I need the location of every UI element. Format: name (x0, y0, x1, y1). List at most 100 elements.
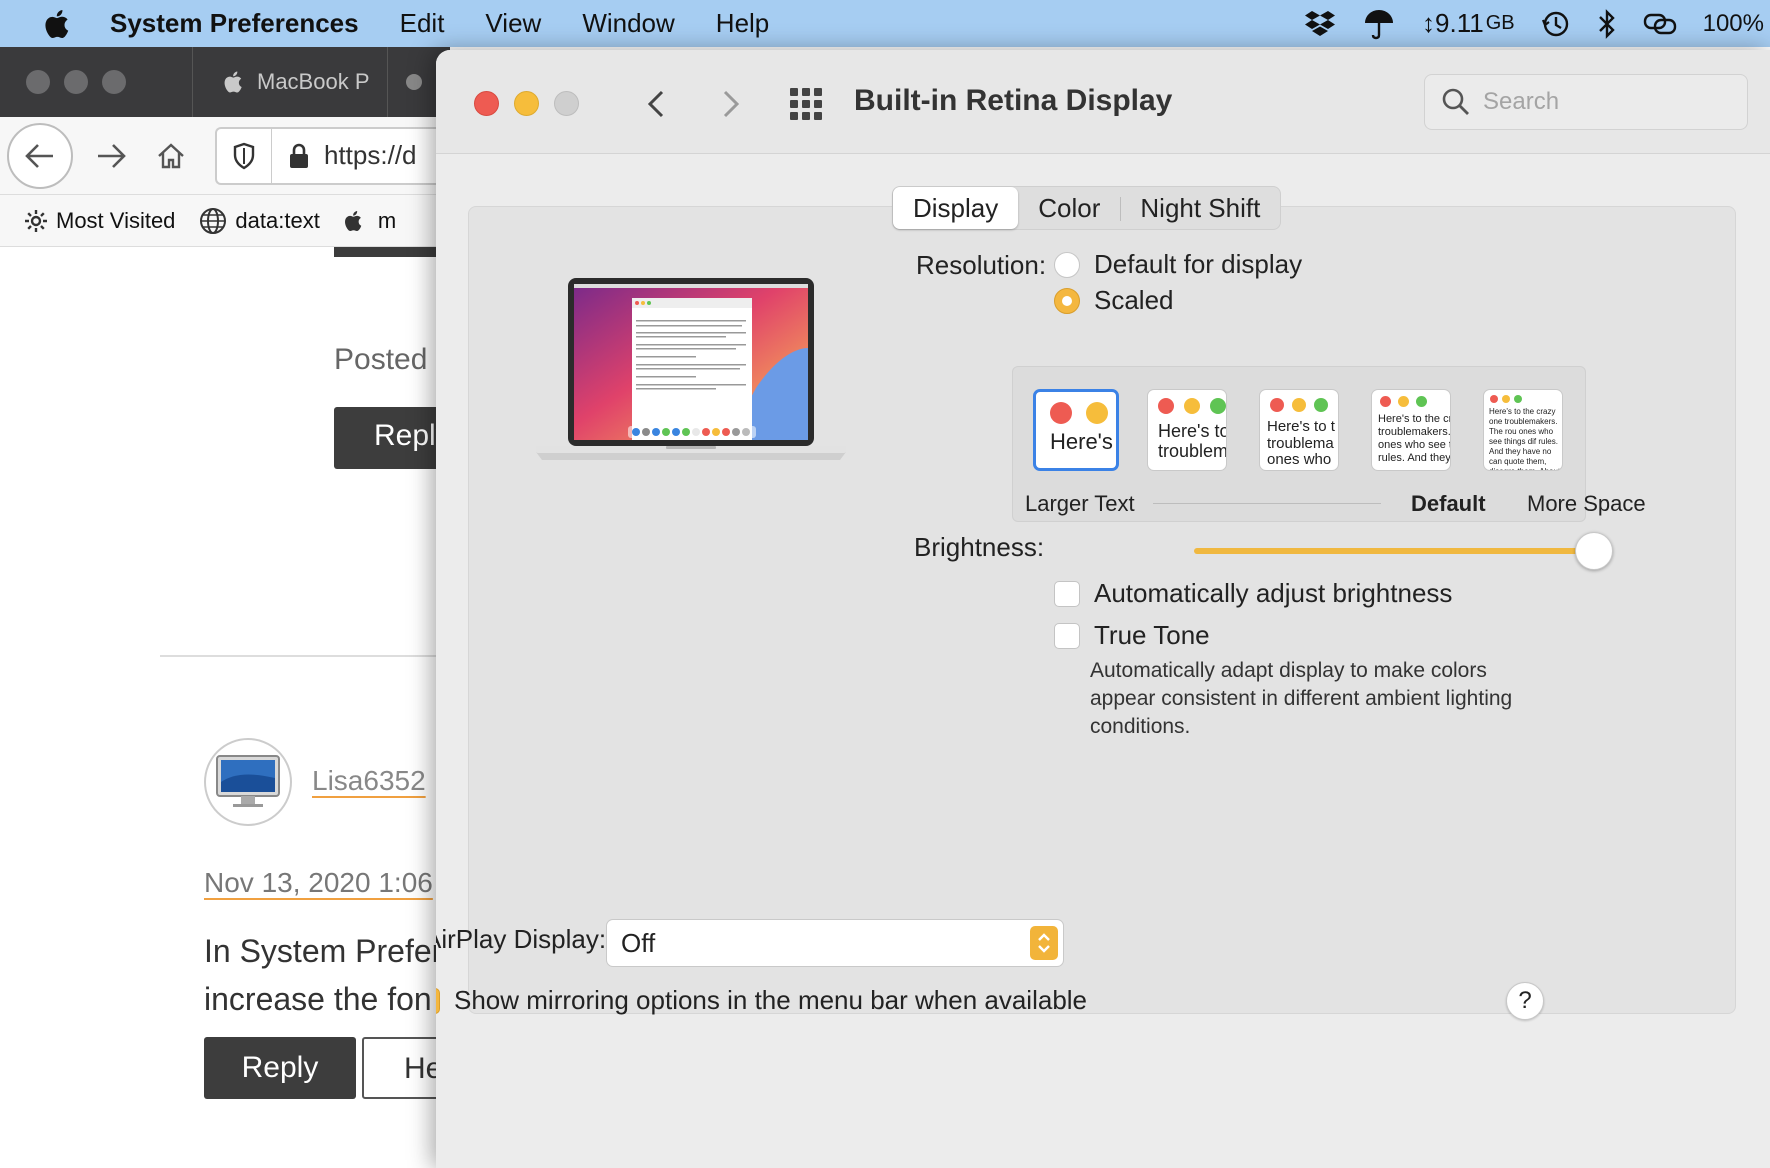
auto-brightness-option[interactable]: Automatically adjust brightness (1054, 578, 1452, 609)
reply-button[interactable]: Reply (204, 1037, 356, 1099)
menu-help[interactable]: Help (716, 8, 769, 39)
answer-line-1: In System Prefer (204, 933, 443, 969)
globe-icon (200, 207, 227, 234)
tab-bar: Display Color Night Shift (892, 186, 1282, 230)
help-button[interactable]: ? (1506, 982, 1544, 1020)
scale-option-default[interactable]: Here's to the cr troublemakers. ones who… (1371, 389, 1451, 471)
resolution-label: Resolution: (916, 250, 1047, 280)
search-input[interactable] (1483, 88, 1723, 116)
brightness-slider-knob[interactable] (1574, 532, 1613, 570)
bookmark-most-visited[interactable]: Most Visited (24, 208, 175, 234)
scale-label-larger-text: Larger Text (1025, 491, 1135, 516)
menu-view[interactable]: View (485, 8, 541, 39)
disk-unit: GB (1485, 12, 1515, 34)
updown-arrow-icon: ↕ (1422, 8, 1436, 38)
true-tone-description: Automatically adapt display to make colo… (1090, 659, 1513, 738)
url-bar[interactable]: https://d (215, 126, 450, 185)
browser-tab-2[interactable] (387, 47, 427, 117)
scale-option-2[interactable]: Here's to troublem (1147, 389, 1227, 471)
gear-icon (25, 209, 47, 232)
macbook-illustration (536, 278, 846, 460)
bluetooth-icon[interactable] (1597, 8, 1617, 39)
apple-menu-icon[interactable] (40, 6, 76, 42)
zoom-button[interactable] (554, 91, 579, 116)
bookmarks-toolbar: Most Visited data:text m (0, 195, 450, 247)
airplay-display-select[interactable]: Off (606, 919, 1064, 967)
forward-button[interactable] (711, 84, 751, 124)
apple-favicon-icon (224, 71, 242, 93)
scale-label-more-space: More Space (1527, 491, 1646, 516)
radio-default-for-display[interactable] (1054, 251, 1080, 278)
forward-button[interactable] (89, 134, 133, 178)
battery-percentage[interactable]: 100% (1703, 10, 1764, 38)
search-icon (1442, 88, 1469, 115)
disk-space-indicator[interactable]: ↕ 9.11 GB (1422, 8, 1515, 39)
scale-option-more-space[interactable]: Here's to the crazy one troublemakers. T… (1483, 389, 1563, 471)
show-all-button[interactable] (786, 84, 826, 124)
browser-minimize-button[interactable] (64, 70, 88, 94)
browser-zoom-button[interactable] (102, 70, 126, 94)
tab-favicon-icon (406, 74, 422, 90)
scale-option-3[interactable]: Here's to t troublema ones who (1259, 389, 1339, 471)
app-name-menu[interactable]: System Preferences (110, 8, 359, 39)
url-text: https://d (324, 140, 417, 170)
chevron-right-icon (723, 90, 740, 118)
close-button[interactable] (474, 91, 499, 116)
browser-window: MacBook P https://d Most Visited data:te… (0, 47, 450, 1168)
umbrella-icon[interactable] (1362, 7, 1396, 41)
browser-close-button[interactable] (26, 70, 50, 94)
airplay-mirroring-icon[interactable] (1643, 10, 1677, 38)
browser-nav-bar: https://d (0, 117, 450, 195)
browser-tab[interactable]: MacBook P (192, 47, 387, 117)
lock-icon[interactable] (288, 143, 310, 169)
answer-line-2: increase the fon (204, 981, 432, 1017)
post-date-link[interactable]: Nov 13, 2020 1:06 (204, 867, 433, 899)
resolution-scaled-option[interactable]: Scaled (1054, 285, 1174, 316)
window-title: Built-in Retina Display (854, 84, 1173, 117)
resolution-default-option[interactable]: Default for display (1054, 249, 1302, 280)
system-preferences-window: Built-in Retina Display Display Color Ni… (436, 50, 1770, 1168)
avatar[interactable] (204, 738, 292, 826)
airplay-display-label: AirPlay Display: (436, 924, 607, 954)
menu-edit[interactable]: Edit (400, 8, 445, 39)
reply-button-top[interactable]: Reply (334, 407, 450, 469)
scale-label-default: Default (1411, 491, 1486, 516)
brightness-slider-track[interactable] (1194, 548, 1606, 554)
yellow-dot-icon (1184, 398, 1200, 414)
back-button[interactable] (7, 122, 73, 189)
tracking-protection-shield-icon[interactable] (217, 128, 272, 183)
bookmark-label: m (377, 207, 397, 233)
green-dot-icon (1514, 395, 1522, 403)
radio-scaled[interactable] (1054, 287, 1080, 314)
true-tone-checkbox[interactable] (1054, 622, 1080, 649)
show-mirroring-checkbox[interactable] (436, 987, 440, 1014)
bookmark-apple[interactable]: m (344, 208, 396, 234)
arrow-left-icon (25, 143, 53, 168)
menu-window[interactable]: Window (582, 8, 674, 39)
green-dot-icon (1210, 398, 1226, 414)
dropbox-icon[interactable] (1304, 10, 1336, 38)
red-dot-icon (1490, 395, 1498, 403)
red-dot-icon (1380, 396, 1391, 407)
green-dot-icon (1416, 396, 1427, 407)
scale-sample-text: Here's to the crazy one troublemakers. T… (1489, 407, 1560, 470)
bookmark-data-text[interactable]: data:text (199, 207, 320, 235)
scale-sample-text: Here's (1050, 429, 1113, 454)
red-dot-icon (1158, 398, 1174, 414)
scale-option-larger-text[interactable]: Here's (1033, 389, 1119, 471)
tab-color[interactable]: Color (1018, 187, 1120, 229)
time-machine-icon[interactable] (1541, 9, 1571, 39)
author-username-link[interactable]: Lisa6352 (312, 765, 426, 797)
search-field[interactable] (1424, 74, 1748, 130)
back-button[interactable] (636, 84, 676, 124)
browser-page-content: Posted o Reply Lisa6352 Nov 13, 2020 1:0… (0, 247, 450, 1147)
tab-display[interactable]: Display (893, 187, 1019, 229)
show-mirroring-option[interactable]: Show mirroring options in the menu bar w… (436, 985, 1087, 1016)
true-tone-option[interactable]: True Tone (1054, 620, 1210, 651)
home-button[interactable] (149, 134, 193, 178)
scale-sample-text: Here's to the cr troublemakers. ones who… (1378, 413, 1451, 464)
yellow-dot-icon (1292, 398, 1306, 412)
auto-brightness-checkbox[interactable] (1054, 580, 1080, 607)
tab-night-shift[interactable]: Night Shift (1120, 187, 1280, 229)
minimize-button[interactable] (514, 91, 539, 116)
